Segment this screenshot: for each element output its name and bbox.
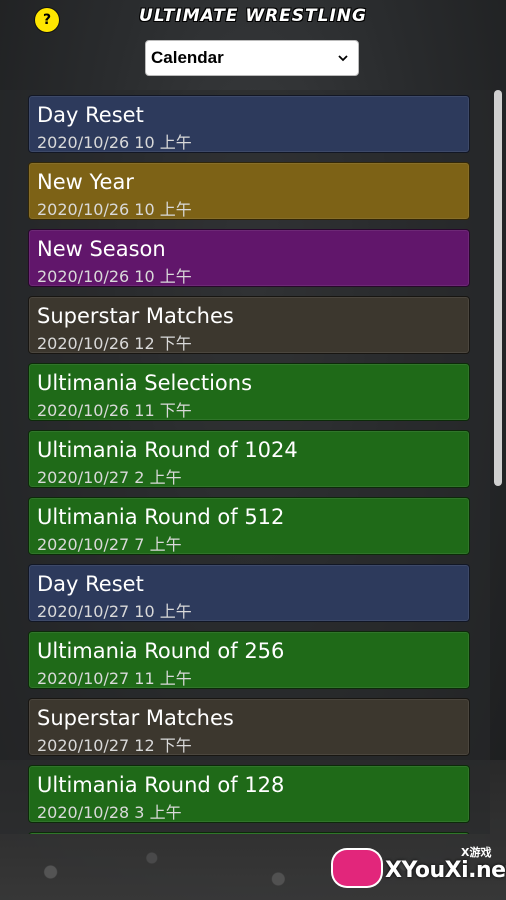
event-title: Ultimania Selections — [37, 371, 253, 395]
event-date: 2020/10/28 3 上午 — [37, 803, 182, 822]
event-title: Ultimania Round of 128 — [37, 773, 285, 797]
event-date: 2020/10/26 12 下午 — [37, 334, 192, 353]
event-title: Ultimania Round of 1024 — [37, 438, 298, 462]
event-date: 2020/10/27 11 上午 — [37, 669, 192, 688]
scrollbar-thumb[interactable] — [494, 90, 502, 486]
event-title: Ultimania Round of 512 — [37, 505, 285, 529]
event-date: 2020/10/26 10 上午 — [37, 133, 192, 152]
event-item[interactable]: Ultimania Selections 2020/10/26 11 下午 — [28, 363, 470, 421]
event-date: 2020/10/26 10 上午 — [37, 267, 192, 286]
event-item[interactable]: Ultimania Round of 512 2020/10/27 7 上午 — [28, 497, 470, 555]
event-list[interactable]: Day Reset 2020/10/26 10 上午 New Year 2020… — [0, 90, 490, 834]
event-title: New Year — [37, 170, 134, 194]
watermark-text: XYouXi.net — [385, 858, 506, 883]
event-date: 2020/10/26 11 下午 — [37, 401, 192, 420]
watermark-subtext: X游戏 — [461, 846, 492, 859]
app-title: ULTIMATE WRESTLING — [139, 6, 367, 26]
event-item[interactable]: Ultimania Round of 256 2020/10/27 11 上午 — [28, 631, 470, 689]
event-item[interactable]: Day Reset 2020/10/27 10 上午 — [28, 564, 470, 622]
view-select-value: Calendar — [151, 48, 224, 67]
event-title: Ultimania Round of 256 — [37, 639, 285, 663]
event-date: 2020/10/27 12 下午 — [37, 736, 192, 755]
event-title: Superstar Matches — [37, 304, 234, 328]
event-title: New Season — [37, 237, 166, 261]
watermark-logo: XYouXi.net X游戏 — [333, 840, 506, 896]
chevron-down-icon — [338, 55, 348, 62]
event-title: Day Reset — [37, 103, 144, 127]
event-date: 2020/10/27 2 上午 — [37, 468, 182, 487]
event-item[interactable]: New Year 2020/10/26 10 上午 — [28, 162, 470, 220]
event-title: Superstar Matches — [37, 706, 234, 730]
event-item[interactable]: Ultimania Round of 1024 2020/10/27 2 上午 — [28, 430, 470, 488]
event-title: Day Reset — [37, 572, 144, 596]
header: ? ULTIMATE WRESTLING Calendar — [0, 0, 506, 90]
event-item[interactable]: New Season 2020/10/26 10 上午 — [28, 229, 470, 287]
event-item[interactable]: Ultimania Round of 128 2020/10/28 3 上午 — [28, 765, 470, 823]
event-item[interactable]: Superstar Matches 2020/10/27 12 下午 — [28, 698, 470, 756]
event-item[interactable]: Superstar Matches 2020/10/26 12 下午 — [28, 296, 470, 354]
event-item-partial[interactable] — [28, 832, 470, 834]
event-date: 2020/10/27 10 上午 — [37, 602, 192, 621]
event-item[interactable]: Day Reset 2020/10/26 10 上午 — [28, 95, 470, 153]
event-date: 2020/10/27 7 上午 — [37, 535, 182, 554]
gamepad-icon — [333, 850, 381, 886]
view-select[interactable]: Calendar — [145, 40, 359, 76]
event-date: 2020/10/26 10 上午 — [37, 200, 192, 219]
